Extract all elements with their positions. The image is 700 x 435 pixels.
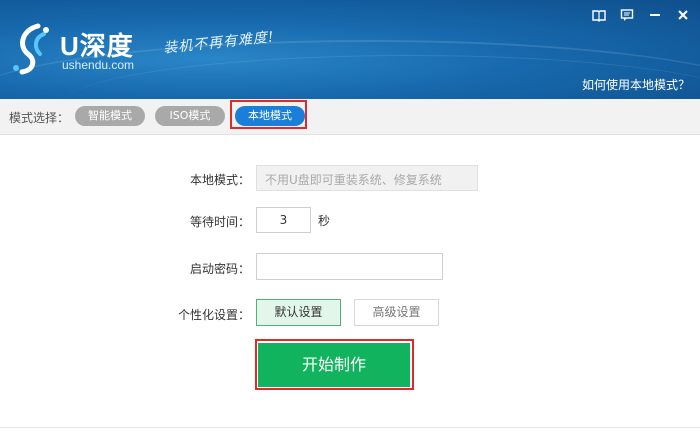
- default-settings-button[interactable]: 默认设置: [256, 299, 341, 326]
- wait-time-unit: 秒: [318, 214, 331, 228]
- tab-smart-mode[interactable]: 智能模式: [75, 106, 145, 126]
- boot-password-input[interactable]: [256, 253, 443, 280]
- divider: [0, 427, 700, 428]
- start-button[interactable]: 开始制作: [258, 343, 410, 387]
- minimize-icon[interactable]: [648, 8, 662, 22]
- personalize-label: 个性化设置：: [177, 308, 250, 322]
- local-mode-highlight: [230, 100, 307, 129]
- mode-bar: 模式选择： 智能模式 ISO模式 本地模式: [0, 99, 700, 135]
- local-mode-field: 不用U盘即可重装系统、修复系统: [256, 165, 478, 191]
- close-icon[interactable]: [676, 8, 690, 22]
- boot-password-label: 启动密码：: [189, 262, 250, 276]
- app-header: U深度 ushendu.com 装机不再有难度! 如何使用本地模式？: [0, 0, 700, 99]
- help-link[interactable]: 如何使用本地模式？: [582, 76, 690, 93]
- local-mode-label: 本地模式：: [189, 173, 250, 187]
- mode-label: 模式选择：: [9, 111, 70, 125]
- advanced-settings-button[interactable]: 高级设置: [354, 299, 439, 326]
- message-icon[interactable]: [620, 8, 634, 22]
- window-controls: [592, 8, 690, 22]
- wait-time-input[interactable]: 3: [256, 207, 311, 233]
- brand-url: ushendu.com: [62, 58, 135, 72]
- wait-time-label: 等待时间：: [189, 215, 250, 229]
- logo-icon: [13, 23, 49, 75]
- tab-iso-mode[interactable]: ISO模式: [155, 106, 225, 126]
- book-icon[interactable]: [592, 8, 606, 22]
